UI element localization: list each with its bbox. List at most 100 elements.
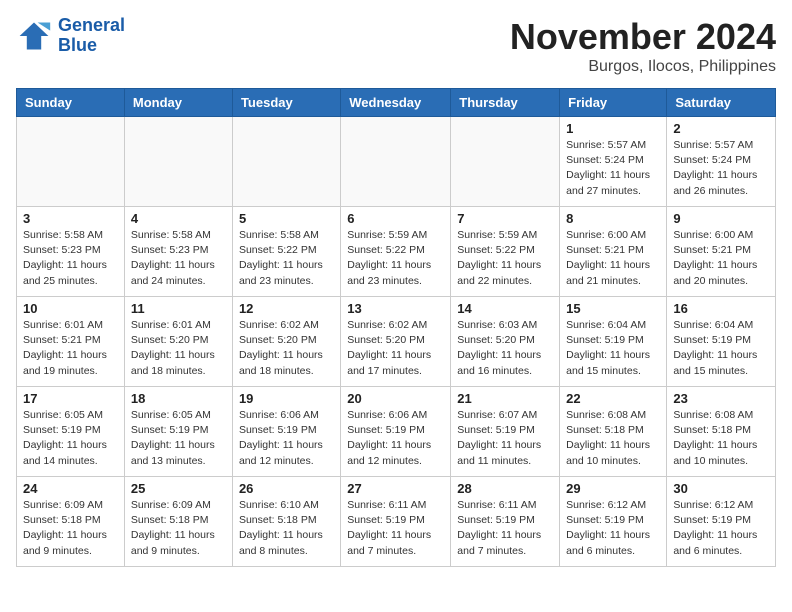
day-number: 7 [457,211,553,226]
calendar-cell: 17 Sunrise: 6:05 AM Sunset: 5:19 PM Dayli… [17,387,125,477]
weekday-header: Saturday [667,89,776,117]
calendar-cell: 19 Sunrise: 6:06 AM Sunset: 5:19 PM Dayli… [232,387,340,477]
week-row: 10 Sunrise: 6:01 AM Sunset: 5:21 PM Dayli… [17,297,776,387]
day-info: Sunrise: 6:05 AM Sunset: 5:19 PM Dayligh… [23,408,118,469]
calendar-cell: 20 Sunrise: 6:06 AM Sunset: 5:19 PM Dayli… [341,387,451,477]
day-info: Sunrise: 6:00 AM Sunset: 5:21 PM Dayligh… [673,228,769,289]
day-number: 19 [239,391,334,406]
day-number: 25 [131,481,226,496]
day-info: Sunrise: 6:04 AM Sunset: 5:19 PM Dayligh… [566,318,660,379]
logo: General Blue [16,16,125,56]
weekday-header: Friday [560,89,667,117]
location: Burgos, Ilocos, Philippines [510,58,776,76]
week-row: 24 Sunrise: 6:09 AM Sunset: 5:18 PM Dayli… [17,477,776,567]
day-number: 10 [23,301,118,316]
day-info: Sunrise: 6:02 AM Sunset: 5:20 PM Dayligh… [347,318,444,379]
day-number: 26 [239,481,334,496]
day-info: Sunrise: 6:04 AM Sunset: 5:19 PM Dayligh… [673,318,769,379]
calendar-cell [17,117,125,207]
day-number: 29 [566,481,660,496]
day-info: Sunrise: 5:58 AM Sunset: 5:22 PM Dayligh… [239,228,334,289]
week-row: 3 Sunrise: 5:58 AM Sunset: 5:23 PM Daylig… [17,207,776,297]
day-info: Sunrise: 6:08 AM Sunset: 5:18 PM Dayligh… [566,408,660,469]
calendar-cell: 5Sunrise: 5:58 AM Sunset: 5:22 PM Daylig… [232,207,340,297]
day-number: 14 [457,301,553,316]
calendar-cell: 26 Sunrise: 6:10 AM Sunset: 5:18 PM Dayli… [232,477,340,567]
calendar-cell: 29 Sunrise: 6:12 AM Sunset: 5:19 PM Dayli… [560,477,667,567]
day-info: Sunrise: 6:05 AM Sunset: 5:19 PM Dayligh… [131,408,226,469]
day-number: 28 [457,481,553,496]
day-info: Sunrise: 5:57 AM Sunset: 5:24 PM Dayligh… [673,138,769,199]
day-info: Sunrise: 6:11 AM Sunset: 5:19 PM Dayligh… [457,498,553,559]
calendar-cell: 14 Sunrise: 6:03 AM Sunset: 5:20 PM Dayli… [451,297,560,387]
title-area: November 2024 Burgos, Ilocos, Philippine… [510,16,776,76]
day-info: Sunrise: 6:01 AM Sunset: 5:21 PM Dayligh… [23,318,118,379]
day-number: 24 [23,481,118,496]
day-info: Sunrise: 6:10 AM Sunset: 5:18 PM Dayligh… [239,498,334,559]
month-title: November 2024 [510,16,776,58]
calendar-cell: 9 Sunrise: 6:00 AM Sunset: 5:21 PM Daylig… [667,207,776,297]
day-number: 12 [239,301,334,316]
week-row: 17 Sunrise: 6:05 AM Sunset: 5:19 PM Dayli… [17,387,776,477]
day-info: Sunrise: 6:06 AM Sunset: 5:19 PM Dayligh… [347,408,444,469]
calendar-cell: 27 Sunrise: 6:11 AM Sunset: 5:19 PM Dayli… [341,477,451,567]
calendar-cell: 11Sunrise: 6:01 AM Sunset: 5:20 PM Dayli… [124,297,232,387]
calendar-cell: 7 Sunrise: 5:59 AM Sunset: 5:22 PM Daylig… [451,207,560,297]
day-info: Sunrise: 6:08 AM Sunset: 5:18 PM Dayligh… [673,408,769,469]
day-info: Sunrise: 5:57 AM Sunset: 5:24 PM Dayligh… [566,138,660,199]
weekday-header: Sunday [17,89,125,117]
calendar-cell: 1Sunrise: 5:57 AM Sunset: 5:24 PM Daylig… [560,117,667,207]
day-info: Sunrise: 6:02 AM Sunset: 5:20 PM Dayligh… [239,318,334,379]
day-info: Sunrise: 6:09 AM Sunset: 5:18 PM Dayligh… [131,498,226,559]
day-info: Sunrise: 5:59 AM Sunset: 5:22 PM Dayligh… [347,228,444,289]
calendar-cell: 22 Sunrise: 6:08 AM Sunset: 5:18 PM Dayli… [560,387,667,477]
calendar-cell: 13 Sunrise: 6:02 AM Sunset: 5:20 PM Dayli… [341,297,451,387]
weekday-header-row: SundayMondayTuesdayWednesdayThursdayFrid… [17,89,776,117]
day-number: 15 [566,301,660,316]
day-number: 11 [131,301,226,316]
calendar-cell: 15 Sunrise: 6:04 AM Sunset: 5:19 PM Dayli… [560,297,667,387]
calendar-cell: 23 Sunrise: 6:08 AM Sunset: 5:18 PM Dayli… [667,387,776,477]
day-info: Sunrise: 6:09 AM Sunset: 5:18 PM Dayligh… [23,498,118,559]
day-number: 20 [347,391,444,406]
logo-icon [16,18,52,54]
week-row: 1Sunrise: 5:57 AM Sunset: 5:24 PM Daylig… [17,117,776,207]
day-number: 22 [566,391,660,406]
day-number: 30 [673,481,769,496]
calendar-cell: 2 Sunrise: 5:57 AM Sunset: 5:24 PM Daylig… [667,117,776,207]
day-number: 13 [347,301,444,316]
day-number: 21 [457,391,553,406]
calendar-cell: 30Sunrise: 6:12 AM Sunset: 5:19 PM Dayli… [667,477,776,567]
day-number: 17 [23,391,118,406]
calendar: SundayMondayTuesdayWednesdayThursdayFrid… [16,88,776,567]
calendar-cell: 28 Sunrise: 6:11 AM Sunset: 5:19 PM Dayli… [451,477,560,567]
day-info: Sunrise: 5:59 AM Sunset: 5:22 PM Dayligh… [457,228,553,289]
day-info: Sunrise: 6:00 AM Sunset: 5:21 PM Dayligh… [566,228,660,289]
calendar-cell: 25 Sunrise: 6:09 AM Sunset: 5:18 PM Dayli… [124,477,232,567]
day-number: 4 [131,211,226,226]
day-number: 3 [23,211,118,226]
day-info: Sunrise: 6:03 AM Sunset: 5:20 PM Dayligh… [457,318,553,379]
weekday-header: Monday [124,89,232,117]
day-number: 23 [673,391,769,406]
day-number: 18 [131,391,226,406]
calendar-cell: 12 Sunrise: 6:02 AM Sunset: 5:20 PM Dayli… [232,297,340,387]
calendar-cell [124,117,232,207]
day-number: 27 [347,481,444,496]
header: General Blue November 2024 Burgos, Iloco… [16,16,776,76]
calendar-cell [341,117,451,207]
calendar-cell [232,117,340,207]
day-number: 2 [673,121,769,136]
calendar-cell: 24 Sunrise: 6:09 AM Sunset: 5:18 PM Dayli… [17,477,125,567]
calendar-cell: 8 Sunrise: 6:00 AM Sunset: 5:21 PM Daylig… [560,207,667,297]
calendar-cell: 6Sunrise: 5:59 AM Sunset: 5:22 PM Daylig… [341,207,451,297]
day-number: 8 [566,211,660,226]
day-info: Sunrise: 6:07 AM Sunset: 5:19 PM Dayligh… [457,408,553,469]
day-info: Sunrise: 6:12 AM Sunset: 5:19 PM Dayligh… [566,498,660,559]
logo-text: General Blue [58,16,125,56]
day-info: Sunrise: 6:06 AM Sunset: 5:19 PM Dayligh… [239,408,334,469]
day-number: 9 [673,211,769,226]
day-info: Sunrise: 6:11 AM Sunset: 5:19 PM Dayligh… [347,498,444,559]
weekday-header: Tuesday [232,89,340,117]
day-info: Sunrise: 5:58 AM Sunset: 5:23 PM Dayligh… [23,228,118,289]
